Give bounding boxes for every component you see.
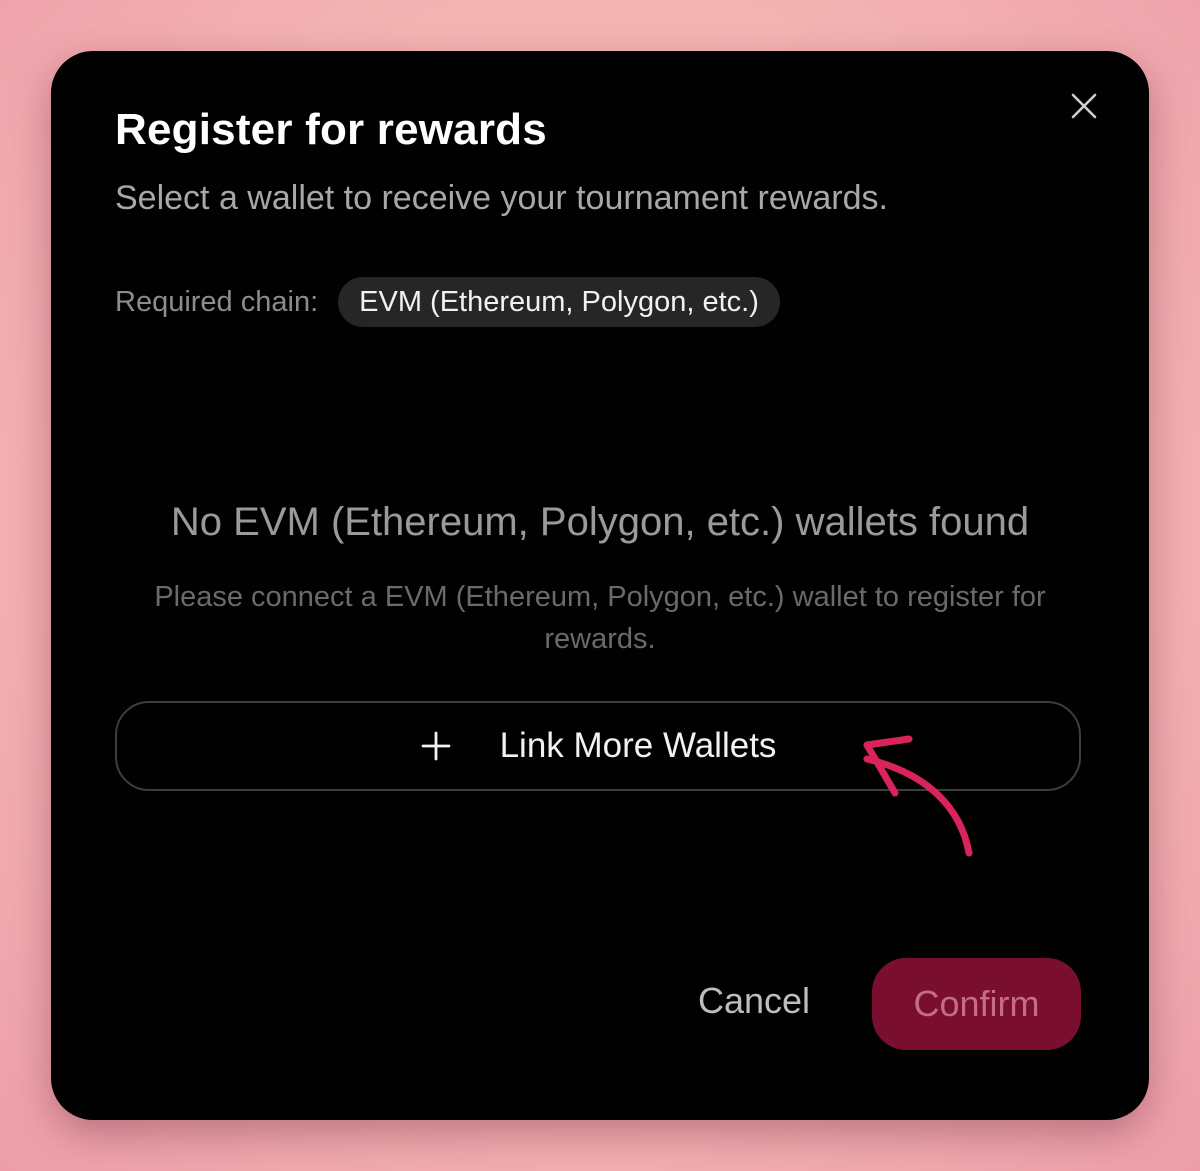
close-icon [1071,93,1097,119]
cancel-button[interactable]: Cancel [679,961,829,1041]
close-button[interactable] [1067,89,1101,123]
link-more-wallets-label: Link More Wallets [499,726,777,765]
empty-state-message: Please connect a EVM (Ethereum, Polygon,… [154,581,1046,655]
empty-state-title: No EVM (Ethereum, Polygon, etc.) wallets… [170,500,1030,544]
required-chain-row: Required chain: EVM (Ethereum, Polygon, … [115,277,780,327]
link-more-wallets-button[interactable]: Link More Wallets [115,701,1081,791]
required-chain-badge: EVM (Ethereum, Polygon, etc.) [338,277,780,327]
required-chain-label: Required chain: [115,285,319,318]
plus-icon [420,730,452,762]
register-rewards-dialog: Register for rewards Select a wallet to … [51,51,1149,1120]
dialog-title: Register for rewards [115,105,547,154]
confirm-button[interactable]: Confirm [872,958,1081,1050]
dialog-subtitle: Select a wallet to receive your tourname… [115,179,888,217]
